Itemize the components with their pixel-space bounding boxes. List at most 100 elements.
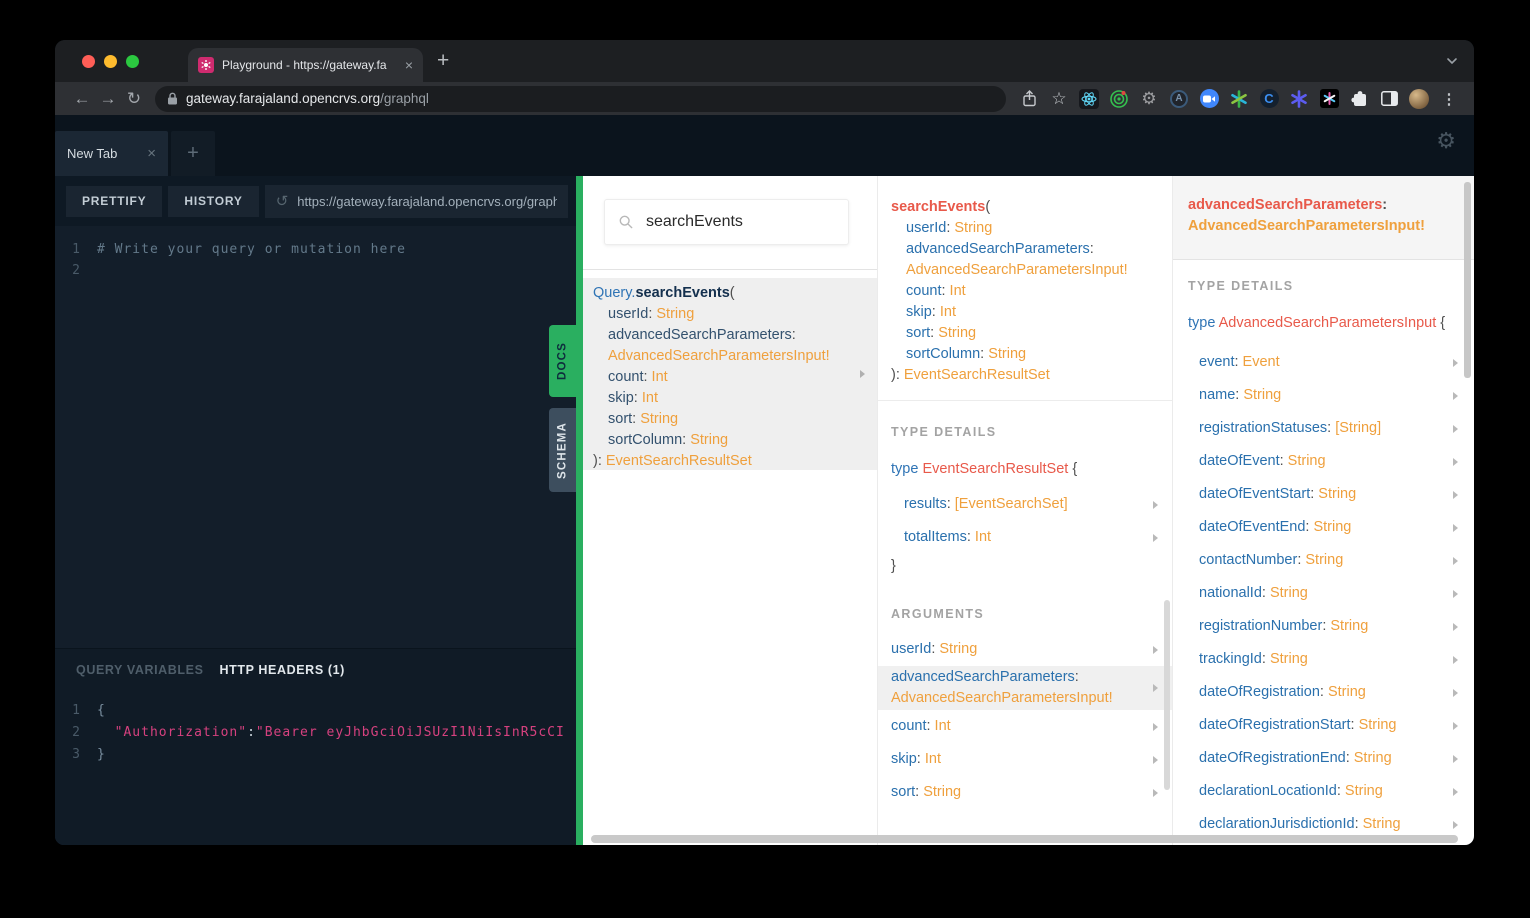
type-link[interactable]: String: [1345, 783, 1383, 799]
doc-field-row[interactable]: registrationStatuses: [String]: [1173, 412, 1474, 445]
type-link[interactable]: String: [1328, 684, 1366, 700]
expand-arrow-icon[interactable]: [1453, 721, 1458, 730]
schema-side-tab[interactable]: SCHEMA: [549, 408, 576, 492]
asterisk-green-extension-icon[interactable]: [1224, 85, 1254, 113]
asterisk-purple-extension-icon[interactable]: [1284, 85, 1314, 113]
expand-arrow-icon[interactable]: [1153, 684, 1158, 692]
doc-field-row[interactable]: trackingId: String: [1173, 643, 1474, 676]
settings-gear-icon[interactable]: ⚙: [1436, 129, 1456, 154]
radar-extension-icon[interactable]: [1104, 85, 1134, 113]
expand-arrow-icon[interactable]: [1453, 457, 1458, 466]
type-link[interactable]: Int: [642, 390, 658, 406]
prettify-button[interactable]: PRETTIFY: [66, 185, 163, 217]
puzzle-extensions-icon[interactable]: [1344, 85, 1374, 113]
query-editor-lines[interactable]: 1 # Write your query or mutation here 2: [55, 239, 576, 281]
type-link[interactable]: String: [1359, 717, 1397, 733]
type-link[interactable]: Int: [940, 304, 956, 320]
expand-arrow-icon[interactable]: [1453, 391, 1458, 400]
docs-horizontal-scrollbar[interactable]: [591, 835, 1458, 843]
column3-scrollbar[interactable]: [1464, 182, 1471, 378]
doc-field-row[interactable]: nationalId: String: [1173, 577, 1474, 610]
doc-field-row[interactable]: totalItems: Int: [878, 521, 1172, 554]
type-link[interactable]: String: [954, 220, 992, 236]
type-link[interactable]: Int: [975, 529, 991, 545]
docs-search-input[interactable]: [645, 213, 834, 231]
type-link[interactable]: String: [939, 641, 977, 657]
doc-field-row[interactable]: dateOfEventStart: String: [1173, 478, 1474, 511]
expand-arrow-icon[interactable]: [1453, 589, 1458, 598]
c-extension-icon[interactable]: C: [1254, 85, 1284, 113]
expand-arrow-icon[interactable]: [1453, 688, 1458, 697]
type-link[interactable]: String: [1305, 552, 1343, 568]
type-link[interactable]: AdvancedSearchParametersInput!: [608, 348, 830, 364]
expand-arrow-icon[interactable]: [1153, 645, 1158, 654]
doc-field-row[interactable]: dateOfRegistrationStart: String: [1173, 709, 1474, 742]
chevron-down-icon[interactable]: [1446, 52, 1458, 70]
expand-arrow-icon[interactable]: [1453, 820, 1458, 829]
http-headers-tab[interactable]: HTTP HEADERS (1): [220, 663, 345, 677]
expand-arrow-icon[interactable]: [1453, 556, 1458, 565]
code-token[interactable]: AdvancedSearchParametersInput: [1219, 315, 1437, 331]
code-token[interactable]: searchEvents: [891, 199, 985, 215]
pane-divider[interactable]: [576, 176, 583, 845]
type-link[interactable]: [String]: [1335, 420, 1381, 436]
type-link[interactable]: Event: [1243, 354, 1280, 370]
gear-extension-icon[interactable]: ⚙: [1134, 85, 1164, 113]
expand-arrow-icon[interactable]: [1453, 424, 1458, 433]
endpoint-field[interactable]: ↺: [264, 184, 568, 218]
a-circle-extension-icon[interactable]: A: [1164, 85, 1194, 113]
expand-arrow-icon[interactable]: [1153, 533, 1158, 542]
doc-field-row[interactable]: dateOfRegistration: String: [1173, 676, 1474, 709]
code-token[interactable]: advancedSearchParameters: [1188, 197, 1382, 213]
docs-side-tab[interactable]: DOCS: [549, 325, 576, 397]
doc-field-row[interactable]: dateOfEvent: String: [1173, 445, 1474, 478]
doc-field-row[interactable]: dateOfEventEnd: String: [1173, 511, 1474, 544]
type-link[interactable]: Int: [925, 751, 941, 767]
doc-field-row[interactable]: userId: String: [878, 633, 1172, 666]
close-window-button[interactable]: [82, 54, 95, 68]
type-link[interactable]: String: [938, 325, 976, 341]
expand-arrow-icon[interactable]: [1453, 655, 1458, 664]
code-token[interactable]: EventSearchResultSet: [922, 461, 1068, 477]
type-link[interactable]: EventSearchResultSet: [904, 367, 1050, 383]
expand-arrow-icon[interactable]: [1453, 787, 1458, 796]
share-icon[interactable]: [1014, 85, 1044, 113]
kebab-menu-icon[interactable]: ⋮: [1434, 85, 1464, 113]
type-link[interactable]: String: [1354, 750, 1392, 766]
bookmark-star-icon[interactable]: ☆: [1044, 85, 1074, 113]
type-link[interactable]: AdvancedSearchParametersInput!: [906, 262, 1128, 278]
doc-field-row[interactable]: results: [EventSearchSet]: [878, 488, 1172, 521]
forward-icon[interactable]: →: [95, 86, 121, 112]
expand-arrow-icon[interactable]: [1453, 358, 1458, 367]
type-link[interactable]: String: [923, 784, 961, 800]
doc-field-row[interactable]: count: Int: [878, 710, 1172, 743]
endpoint-reload-icon[interactable]: ↺: [276, 192, 289, 210]
type-link[interactable]: String: [640, 411, 678, 427]
type-link[interactable]: AdvancedSearchParametersInput!: [1188, 218, 1425, 234]
zoom-extension-icon[interactable]: [1194, 85, 1224, 113]
query-variables-tab[interactable]: QUERY VARIABLES: [76, 663, 204, 677]
type-link[interactable]: String: [1363, 816, 1401, 832]
new-tab-button[interactable]: +: [437, 49, 449, 73]
expand-arrow-icon[interactable]: [1153, 722, 1158, 731]
type-link[interactable]: String: [656, 306, 694, 322]
http-headers-editor[interactable]: 1{2 "Authorization":"Bearer eyJhbGciOiJS…: [55, 700, 576, 766]
doc-field-row[interactable]: contactNumber: String: [1173, 544, 1474, 577]
type-link[interactable]: String: [988, 346, 1026, 362]
doc-field-row[interactable]: dateOfRegistrationEnd: String: [1173, 742, 1474, 775]
type-link[interactable]: Int: [935, 718, 951, 734]
type-link[interactable]: String: [1318, 486, 1356, 502]
expand-arrow-icon[interactable]: [1453, 622, 1458, 631]
playground-new-tab-button[interactable]: +: [171, 131, 215, 176]
doc-field-row[interactable]: registrationNumber: String: [1173, 610, 1474, 643]
type-link[interactable]: String: [1330, 618, 1368, 634]
type-link[interactable]: Int: [652, 369, 668, 385]
type-link[interactable]: String: [1288, 453, 1326, 469]
type-link[interactable]: String: [1270, 585, 1308, 601]
type-link[interactable]: String: [1243, 387, 1281, 403]
history-button[interactable]: HISTORY: [168, 185, 259, 217]
expand-arrow-icon[interactable]: [860, 370, 865, 378]
type-link[interactable]: Int: [950, 283, 966, 299]
playground-tab[interactable]: New Tab ×: [55, 131, 168, 176]
search-result-item[interactable]: Query.searchEvents(userId: String advance…: [583, 278, 877, 470]
